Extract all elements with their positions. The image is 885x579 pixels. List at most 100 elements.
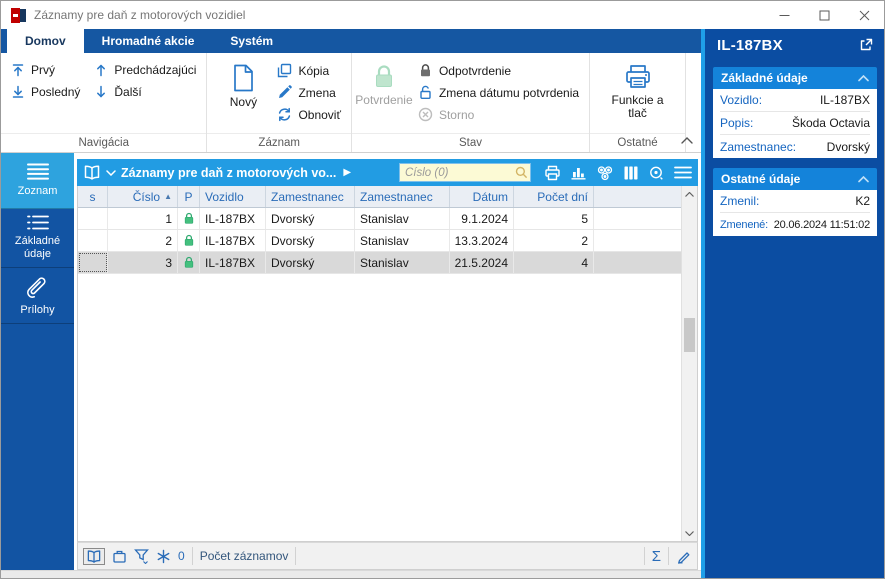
tab-domov[interactable]: Domov — [7, 29, 84, 53]
next-button[interactable]: Ďalší — [94, 85, 196, 99]
settings-button[interactable] — [648, 165, 665, 181]
sidebar-item-zakladne-udaje[interactable]: Základné údaje — [1, 209, 74, 268]
grid-menu-button[interactable] — [674, 166, 692, 179]
hamburger-icon — [674, 166, 692, 179]
cell-pocet-dni: 2 — [514, 230, 594, 251]
sum-button[interactable]: Σ — [652, 548, 661, 565]
change-confirm-date-button[interactable]: Zmena dátumu potvrdenia — [418, 85, 579, 100]
scrollbar-track[interactable] — [682, 202, 697, 525]
minimize-button[interactable] — [764, 1, 804, 29]
edit-pen-button[interactable] — [676, 549, 692, 564]
sidebar-item-zoznam[interactable]: Zoznam — [1, 153, 74, 209]
container-button[interactable] — [112, 549, 127, 564]
first-button[interactable]: Prvý — [11, 63, 80, 77]
paperclip-icon — [26, 276, 46, 298]
window-bottom-edge — [1, 570, 701, 578]
table-row[interactable]: 2 IL-187BX Dvorský Stanislav 13.3.2024 2 — [78, 230, 681, 252]
last-button[interactable]: Posledný — [11, 85, 80, 99]
columns-button[interactable] — [623, 165, 639, 181]
data-grid: s Číslo ▲ P Vozidlo Zamestnanec Zamestna… — [77, 186, 698, 542]
sidebar-item-label: Základné údaje — [14, 235, 61, 260]
filter-asterisk-button[interactable] — [156, 549, 171, 564]
vertical-scrollbar[interactable] — [681, 186, 697, 541]
cell-cislo: 1 — [108, 208, 178, 229]
book-icon — [87, 549, 101, 563]
sidebar-item-prilohy[interactable]: Prílohy — [1, 268, 74, 324]
cancel-button[interactable]: Storno — [418, 107, 579, 122]
copy-icon — [278, 63, 292, 78]
confirm-button[interactable]: Potvrdenie — [355, 61, 413, 107]
close-button[interactable] — [844, 1, 884, 29]
copy-button[interactable]: Kópia — [277, 63, 341, 78]
book-view-button[interactable] — [83, 165, 101, 180]
cell-meno: Stanislav — [355, 208, 450, 229]
cancel-label: Storno — [438, 107, 475, 122]
column-header-vozidlo[interactable]: Vozidlo — [200, 186, 266, 207]
column-header-zamestnanec-2[interactable]: Zamestnanec — [355, 186, 450, 207]
table-row-selected[interactable]: 3 IL-187BX Dvorský Stanislav 21.5.2024 4 — [78, 252, 681, 274]
ribbon-collapse-button[interactable] — [681, 137, 693, 144]
arrow-up-to-bar-icon — [12, 64, 24, 77]
column-header-zamestnanec-1[interactable]: Zamestnanec — [266, 186, 355, 207]
records-count-label: Počet záznamov — [199, 549, 289, 563]
field-value: K2 — [855, 194, 870, 208]
app-logo-icon — [11, 7, 26, 23]
field-value: Škoda Octavia — [791, 116, 870, 130]
column-header-pocet-dni[interactable]: Počet dní — [514, 186, 594, 207]
cell-cislo: 2 — [108, 230, 178, 251]
next-label: Ďalší — [114, 85, 142, 99]
cell-meno: Stanislav — [355, 230, 450, 251]
scroll-down-button[interactable] — [682, 525, 697, 541]
previous-button[interactable]: Predchádzajúci — [94, 63, 196, 77]
detail-panel: IL-187BX Základné údaje Vozidlo: IL-187B… — [705, 29, 884, 578]
table-row[interactable]: 1 IL-187BX Dvorský Stanislav 9.1.2024 5 — [78, 208, 681, 230]
asterisk-icon — [157, 549, 170, 563]
popout-button[interactable] — [859, 38, 873, 52]
unconfirm-button[interactable]: Odpotvrdenie — [418, 63, 579, 78]
column-header-s[interactable]: s — [78, 186, 108, 207]
chart-button[interactable] — [570, 165, 587, 181]
focused-cell — [78, 252, 108, 273]
arrow-down-icon — [97, 85, 106, 98]
scrollbar-thumb[interactable] — [684, 318, 695, 353]
new-button[interactable]: Nový — [215, 61, 271, 109]
maximize-icon — [819, 10, 829, 20]
section-header[interactable]: Základné údaje — [713, 67, 877, 89]
record-group-label: Záznam — [207, 133, 351, 152]
section-header[interactable]: Ostatné údaje — [713, 168, 877, 190]
grid-toolbar: Záznamy pre daň z motorových vo... ▶ — [77, 159, 698, 186]
filter-button[interactable] — [134, 548, 149, 564]
window-controls — [764, 1, 884, 29]
column-header-p[interactable]: P — [178, 186, 200, 207]
tab-system[interactable]: Systém — [212, 29, 291, 53]
collapse-icon — [858, 74, 869, 82]
run-filter-button[interactable]: ▶ — [343, 167, 351, 178]
cell-datum: 13.3.2024 — [450, 230, 514, 251]
field-row: Zmenené: 20.06.2024 11:51:02 — [720, 213, 870, 236]
refresh-button[interactable]: Obnoviť — [277, 107, 341, 122]
column-header-datum[interactable]: Dátum — [450, 186, 514, 207]
bar-chart-icon — [571, 167, 586, 179]
minimize-icon — [779, 14, 789, 16]
search-input[interactable] — [399, 163, 531, 182]
column-header-cislo[interactable]: Číslo ▲ — [108, 186, 178, 207]
automation-button[interactable] — [596, 165, 614, 181]
maximize-button[interactable] — [804, 1, 844, 29]
print-button[interactable] — [544, 165, 561, 181]
scroll-down-icon — [685, 530, 694, 536]
view-dropdown-button[interactable] — [106, 169, 116, 176]
tab-hromadne-akcie[interactable]: Hromadné akcie — [84, 29, 213, 53]
book-view-toggle[interactable] — [83, 547, 105, 565]
search-icon — [515, 166, 528, 179]
filter-icon — [134, 549, 149, 564]
gears-cluster-icon — [597, 165, 613, 180]
cell-priezvisko: Dvorský — [266, 230, 355, 251]
scroll-up-button[interactable] — [682, 186, 697, 202]
functions-print-button[interactable]: Funkcie a tlač — [601, 61, 675, 120]
change-button[interactable]: Zmena — [277, 85, 341, 100]
copy-label: Kópia — [298, 63, 330, 78]
lock-status-icon — [178, 252, 200, 273]
cell-cislo: 3 — [108, 252, 178, 273]
field-row: Popis: Škoda Octavia — [720, 112, 870, 135]
lock-closed-icon — [375, 65, 392, 87]
